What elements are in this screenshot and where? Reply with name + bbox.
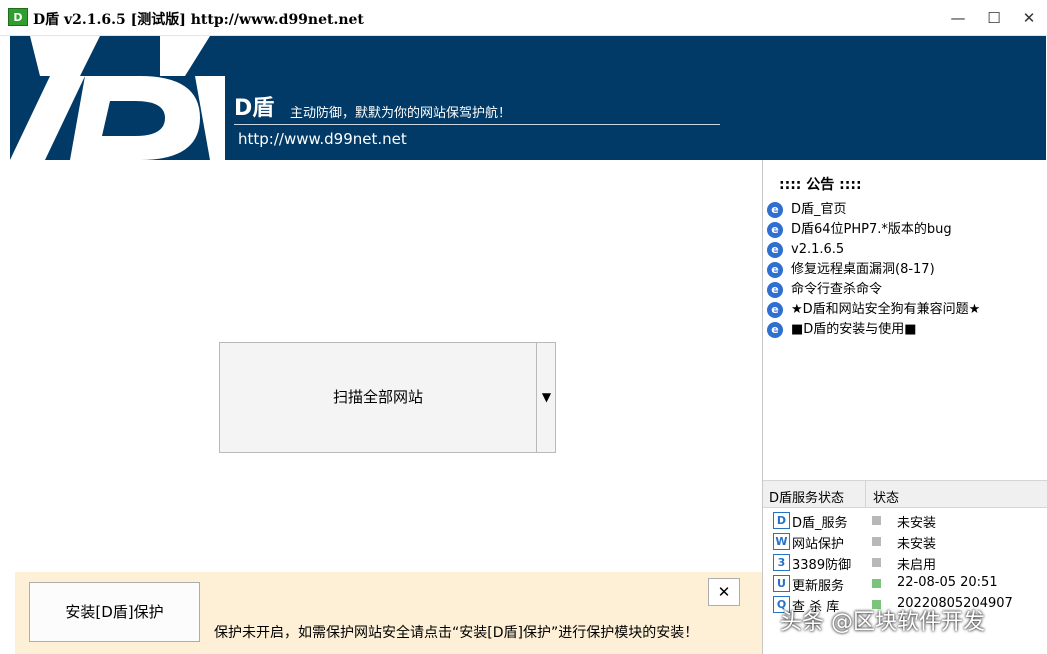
service-status: 未安装 <box>897 516 937 531</box>
status-indicator <box>872 558 881 567</box>
maximize-button[interactable]: ☐ <box>979 4 1009 32</box>
link-e-icon: e <box>767 222 783 238</box>
close-notice-button[interactable]: ✕ <box>708 578 740 606</box>
column-divider <box>865 481 866 507</box>
announcement-list: e D盾_官页 e D盾64位PHP7.*版本的bug e v2.1.6.5 e 修复远… <box>767 200 980 340</box>
table-row[interactable]: U 更新服务 22-08-05 20:51 <box>763 573 1047 594</box>
link-e-icon: e <box>767 262 783 278</box>
link-e-icon: e <box>767 202 783 218</box>
announcement-item[interactable]: e ★D盾和网站安全狗有兼容问题★ <box>767 300 980 320</box>
scan-all-sites-button[interactable]: 扫描全部网站 <box>220 343 536 452</box>
service-status: 未启用 <box>897 558 937 573</box>
service-name: 更新服务 <box>792 579 845 594</box>
announcement-item[interactable]: e ■D盾的安装与使用■ <box>767 320 980 340</box>
announcement-item[interactable]: e v2.1.6.5 <box>767 240 980 260</box>
column-header-service[interactable]: D盾服务状态 <box>769 487 844 506</box>
service-d-icon: D <box>773 512 790 529</box>
title-bar: D D盾 v2.1.6.5 [测试版] http://www.d99net.ne… <box>0 0 1047 36</box>
close-window-button[interactable]: ✕ <box>1014 4 1044 32</box>
table-row[interactable]: 3 3389防御 未启用 <box>763 552 1047 573</box>
service-table-header: D盾服务状态 状态 <box>763 480 1047 508</box>
scan-dropdown-arrow-icon[interactable]: ▼ <box>537 343 556 452</box>
service-update-icon: U <box>773 575 790 592</box>
brand-name: D盾 <box>234 96 275 121</box>
service-name: 3389防御 <box>792 558 852 573</box>
brand-slogan: 主动防御，默默为你的网站保驾护航！ <box>290 106 512 121</box>
side-panel: :::: 公告 :::: e D盾_官页 e D盾64位PHP7.*版本的bug e… <box>762 160 1047 654</box>
d-shield-logo-icon <box>10 36 225 160</box>
column-header-status[interactable]: 状态 <box>873 487 899 506</box>
status-indicator <box>872 537 881 546</box>
announcement-item[interactable]: e D盾_官页 <box>767 200 980 220</box>
announcements-heading: :::: 公告 :::: <box>779 177 862 193</box>
link-e-icon: e <box>767 282 783 298</box>
service-name: 网站保护 <box>792 537 845 552</box>
announcement-item[interactable]: e D盾64位PHP7.*版本的bug <box>767 220 980 240</box>
service-name: D盾_服务 <box>792 516 848 531</box>
service-rdp-icon: 3 <box>773 554 790 571</box>
window-title: D盾 v2.1.6.5 [测试版] http://www.d99net.net <box>33 12 364 28</box>
link-e-icon: e <box>767 322 783 338</box>
service-status: 未安装 <box>897 537 937 552</box>
protection-notice-bar: 安装[D盾]保护 保护未开启，如需保护网站安全请点击“安装[D盾]保护”进行保护… <box>15 572 762 654</box>
install-protection-button[interactable]: 安装[D盾]保护 <box>29 582 200 642</box>
announcement-item[interactable]: e 命令行查杀命令 <box>767 280 980 300</box>
banner-url: http://www.d99net.net <box>238 130 407 148</box>
app-logo-icon: D <box>8 8 28 26</box>
scan-split-button: 扫描全部网站 ▼ <box>219 342 556 453</box>
status-indicator <box>872 579 881 588</box>
link-e-icon: e <box>767 242 783 258</box>
header-banner: D盾 主动防御，默默为你的网站保驾护航！ http://www.d99net.n… <box>10 36 1046 160</box>
link-e-icon: e <box>767 302 783 318</box>
service-web-icon: W <box>773 533 790 550</box>
status-indicator <box>872 516 881 525</box>
service-status: 22-08-05 20:51 <box>897 575 998 590</box>
minimize-button[interactable]: — <box>943 4 973 32</box>
table-row[interactable]: W 网站保护 未安装 <box>763 531 1047 552</box>
table-row[interactable]: D D盾_服务 未安装 <box>763 510 1047 531</box>
watermark-text: 头条 @区块软件开发 <box>780 610 985 635</box>
announcement-item[interactable]: e 修复远程桌面漏洞(8-17) <box>767 260 980 280</box>
protection-notice-text: 保护未开启，如需保护网站安全请点击“安装[D盾]保护”进行保护模块的安装！ <box>214 625 699 641</box>
banner-divider <box>234 124 720 125</box>
